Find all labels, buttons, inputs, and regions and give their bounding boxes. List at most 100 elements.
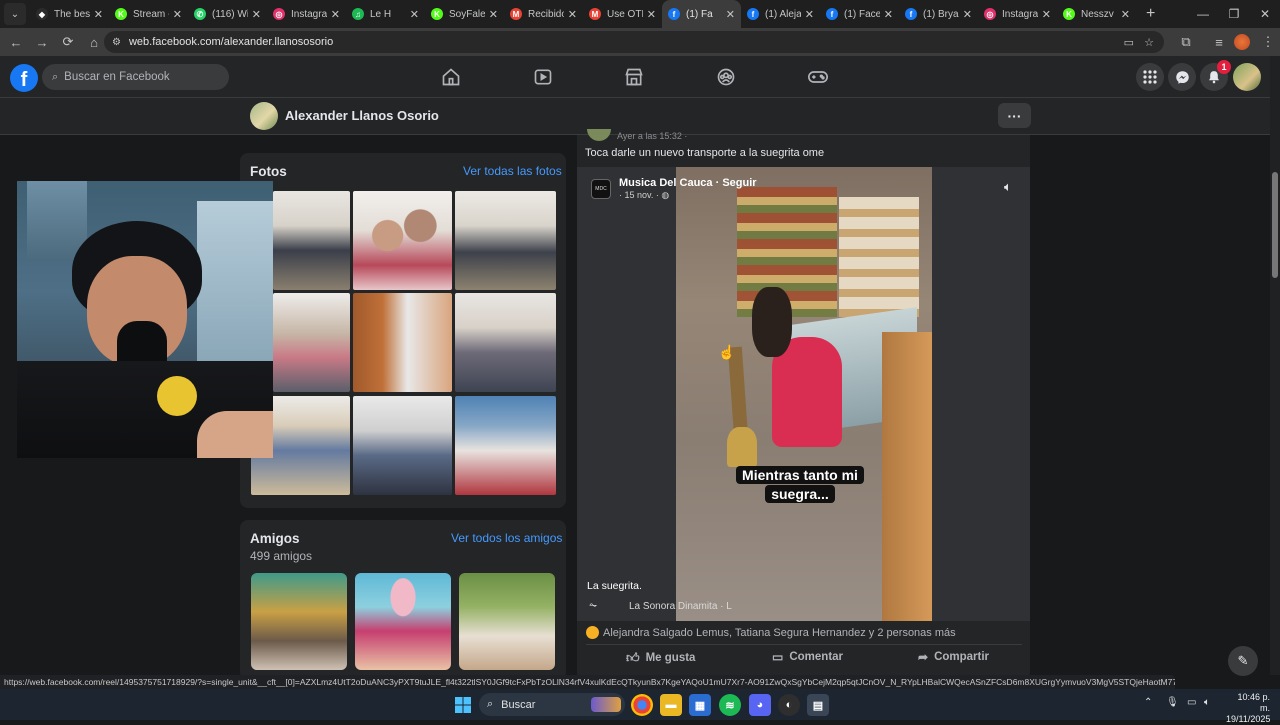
facebook-logo-icon[interactable]: f [10, 64, 38, 92]
mic-tray-icon[interactable]: 🎙︎ [1166, 697, 1179, 708]
spotify-icon[interactable]: ≋ [719, 694, 741, 716]
speaker-icon[interactable]: 🔈︎ [1204, 697, 1210, 708]
close-window-icon[interactable]: ✕ [1249, 0, 1280, 28]
comment-button[interactable]: ▭ Comentar [772, 650, 843, 664]
browser-menu-icon[interactable]: ⋮ [1256, 30, 1280, 54]
scrollbar-thumb[interactable] [1272, 172, 1278, 278]
page-scrollbar[interactable] [1270, 56, 1280, 675]
minimize-icon[interactable]: — [1187, 0, 1219, 28]
photo-thumbnail[interactable] [455, 293, 556, 392]
browser-tab[interactable]: M Recibido ✕ [504, 0, 583, 28]
tab-close-icon[interactable]: ✕ [647, 8, 656, 21]
facebook-search-input[interactable]: ⌕ Buscar en Facebook [42, 64, 229, 90]
browser-tab[interactable]: K Nesszv ✕ [1057, 0, 1136, 28]
photo-thumbnail[interactable] [273, 191, 350, 290]
calculator-icon[interactable]: ▤ [807, 694, 829, 716]
video-nav-icon[interactable] [523, 64, 563, 90]
back-arrow-icon[interactable]: ← [4, 30, 28, 54]
follow-link[interactable]: Seguir [722, 177, 756, 189]
browser-tab[interactable]: K Stream - ✕ [109, 0, 188, 28]
photo-thumbnail[interactable] [455, 396, 556, 495]
browser-tab[interactable]: ✆ (116) Wi ✕ [188, 0, 267, 28]
photo-thumbnail[interactable] [353, 191, 452, 290]
start-windows-icon[interactable] [452, 694, 474, 716]
profile-avatar[interactable] [250, 102, 278, 130]
address-bar[interactable]: ⚙ web.facebook.com/alexander.llanososori… [104, 31, 1164, 53]
see-all-friends-link[interactable]: Ver todos los amigos [451, 531, 562, 545]
page-logo-icon[interactable]: MDC [591, 179, 611, 199]
browser-tab[interactable]: f (1) Aleja ✕ [741, 0, 820, 28]
reel-audio-track[interactable]: La Sonora Dinamita · L [629, 601, 732, 612]
tab-close-icon[interactable]: ✕ [963, 8, 972, 21]
store-icon[interactable]: ▦ [689, 694, 711, 716]
tab-close-icon[interactable]: ✕ [1042, 8, 1051, 21]
friend-photo[interactable] [459, 573, 555, 670]
more-options-button[interactable]: ··· [998, 103, 1031, 128]
tab-close-icon[interactable]: ✕ [410, 8, 419, 21]
photo-thumbnail[interactable] [353, 293, 452, 392]
new-tab-button[interactable]: + [1136, 5, 1165, 23]
site-info-icon[interactable]: ⚙ [112, 37, 121, 48]
bookmark-star-icon[interactable]: ☆ [1144, 36, 1154, 49]
browser-tab[interactable]: f (1) Faceb ✕ [820, 0, 899, 28]
restore-icon[interactable]: ❐ [1218, 0, 1250, 28]
taskbar-search-box[interactable]: ⌕ Buscar [479, 693, 625, 716]
tab-close-icon[interactable]: ✕ [568, 8, 577, 21]
taskbar-clock[interactable]: 10:46 p. m. 19/11/2025 [1226, 692, 1270, 725]
tab-close-icon[interactable]: ✕ [94, 8, 103, 21]
browser-tab[interactable]: ♫ Le H ✕ [346, 0, 425, 28]
marketplace-nav-icon[interactable] [614, 64, 654, 90]
post-author-avatar[interactable] [587, 129, 611, 141]
tab-close-icon[interactable]: ✕ [331, 8, 340, 21]
tab-close-icon[interactable]: ✕ [726, 8, 735, 21]
account-avatar[interactable] [1233, 63, 1261, 91]
post-timestamp[interactable]: Ayer a las 15:32 · [617, 131, 687, 141]
tab-search-chevron-icon[interactable]: ⌄ [4, 3, 26, 25]
photo-thumbnail[interactable] [455, 191, 556, 290]
browser-tab[interactable]: K SoyFalex ✕ [425, 0, 504, 28]
browser-tab[interactable]: ◆ The best ✕ [30, 0, 109, 28]
menu-grid-icon[interactable] [1136, 63, 1164, 91]
browser-tab[interactable]: M Use OTP ✕ [583, 0, 662, 28]
tab-close-icon[interactable]: ✕ [1121, 8, 1130, 21]
reactions-row[interactable]: Alejandra Salgado Lemus, Tatiana Segura … [586, 626, 1026, 639]
profile-avatar-icon[interactable] [1234, 34, 1250, 50]
reel-video-player[interactable]: MDC Musica Del Cauca · Seguir · 15 nov. … [577, 167, 1030, 621]
obs-icon[interactable]: ◐ [778, 694, 800, 716]
browser-tab[interactable]: ◎ Instagram ✕ [267, 0, 346, 28]
volume-icon[interactable]: 🔈︎ [1004, 179, 1012, 195]
groups-nav-icon[interactable] [706, 64, 746, 90]
tab-close-icon[interactable]: ✕ [173, 8, 182, 21]
friend-photo[interactable] [355, 573, 451, 670]
install-app-icon[interactable]: ▭ [1124, 36, 1134, 49]
messenger-icon[interactable] [1168, 63, 1196, 91]
tray-chevron-icon[interactable]: ⌃ [1144, 697, 1152, 708]
see-all-photos-link[interactable]: Ver todas las fotos [463, 164, 562, 178]
tab-close-icon[interactable]: ✕ [489, 8, 498, 21]
home-icon[interactable]: ⌂ [82, 30, 106, 54]
home-nav-icon[interactable] [431, 64, 471, 90]
photo-thumbnail[interactable] [353, 396, 452, 495]
browser-tab[interactable]: f (1) Bryan ✕ [899, 0, 978, 28]
reading-list-icon[interactable]: ≡ [1207, 30, 1231, 54]
extensions-icon[interactable]: ⧉ [1174, 30, 1198, 54]
file-explorer-icon[interactable]: ▬ [660, 694, 682, 716]
like-button[interactable]: 👍︎ Me gusta [626, 650, 695, 666]
gaming-nav-icon[interactable] [798, 64, 838, 90]
photo-thumbnail[interactable] [273, 293, 350, 392]
new-message-compose-icon[interactable]: ✎ [1228, 646, 1258, 676]
tab-close-icon[interactable]: ✕ [252, 8, 261, 21]
reel-page-name[interactable]: Musica Del Cauca [619, 177, 713, 189]
tab-close-icon[interactable]: ✕ [805, 8, 814, 21]
browser-tab[interactable]: ◎ Instagram ✕ [978, 0, 1057, 28]
forward-arrow-icon[interactable]: → [30, 30, 54, 54]
discord-icon[interactable]: ◕ [749, 694, 771, 716]
reload-icon[interactable]: ⟳ [56, 30, 80, 54]
tab-close-icon[interactable]: ✕ [884, 8, 893, 21]
friend-photo[interactable] [251, 573, 347, 670]
network-icon[interactable]: ▭ [1187, 697, 1196, 708]
browser-tab[interactable]: f (1) Fa ✕ [662, 0, 741, 28]
share-button[interactable]: ➦ Compartir [918, 650, 989, 664]
reel-date[interactable]: 15 nov. [625, 190, 654, 200]
profile-name[interactable]: Alexander Llanos Osorio [285, 108, 439, 123]
